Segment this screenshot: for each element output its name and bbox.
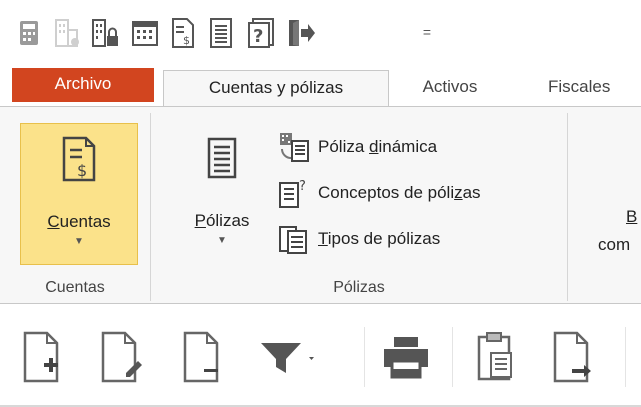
tab-activos[interactable]: Activos bbox=[398, 70, 502, 106]
exit-icon[interactable] bbox=[286, 16, 316, 50]
action-toolbar bbox=[0, 305, 641, 407]
conceptos-de-polizas-label: Conceptos de pólizas bbox=[318, 183, 481, 202]
new-document-icon[interactable] bbox=[16, 327, 68, 387]
group-divider bbox=[567, 113, 568, 301]
poliza-dinamica-button[interactable]: Póliza dinámica bbox=[276, 129, 437, 165]
cuentas-button-label-rest: uentas bbox=[59, 212, 111, 231]
document-dollar-icon[interactable]: $ bbox=[168, 16, 198, 50]
remove-document-icon[interactable] bbox=[176, 327, 228, 387]
tipos-de-polizas-button[interactable]: Tipos de pólizas bbox=[276, 221, 440, 257]
conceptos-de-polizas-button[interactable]: ? Conceptos de pólizas bbox=[276, 175, 481, 211]
polizas-button[interactable]: Pólizas ▼ bbox=[181, 123, 263, 265]
tipos-de-polizas-label: Tipos de pólizas bbox=[318, 229, 441, 248]
ribbon: $ Cuentas ▼ Cuentas Pólizas ▼ Pólizas Pó… bbox=[0, 106, 641, 304]
export-document-icon[interactable] bbox=[548, 327, 600, 387]
clipboard-icon[interactable] bbox=[470, 327, 522, 387]
document-dollar-icon: $ bbox=[21, 136, 137, 184]
ribbon-tabs: Archivo Cuentas y pólizas Activos Fiscal… bbox=[0, 64, 641, 108]
toolbar-divider bbox=[625, 327, 626, 387]
polizas-button-label: Pólizas bbox=[194, 211, 250, 230]
cuentas-button[interactable]: $ Cuentas ▼ bbox=[20, 123, 138, 265]
partial-group-line1[interactable]: B bbox=[626, 207, 637, 227]
tab-cuentas-y-polizas[interactable]: Cuentas y pólizas bbox=[163, 70, 389, 108]
edit-document-icon[interactable] bbox=[96, 327, 148, 387]
partial-group-line2[interactable]: com bbox=[598, 235, 630, 255]
cuentas-group-label: Cuentas bbox=[45, 279, 105, 296]
quick-access-toolbar: $ ? = bbox=[0, 0, 641, 64]
polizas-group-label: Pólizas bbox=[333, 279, 385, 296]
poliza-dinamica-label: Póliza dinámica bbox=[318, 137, 438, 156]
building-lock-icon[interactable] bbox=[90, 16, 120, 50]
chevron-down-icon: ▼ bbox=[74, 236, 84, 247]
print-icon[interactable] bbox=[380, 327, 432, 387]
toolbar-divider bbox=[364, 327, 365, 387]
cuentas-group: $ Cuentas ▼ Cuentas bbox=[0, 107, 150, 303]
calendar-icon[interactable] bbox=[130, 16, 160, 50]
svg-text:?: ? bbox=[299, 179, 306, 194]
document-types-icon bbox=[276, 222, 312, 256]
chevron-down-icon: ▼ bbox=[217, 235, 227, 246]
svg-text:$: $ bbox=[183, 34, 190, 47]
tab-archivo[interactable]: Archivo bbox=[12, 68, 154, 102]
building-disabled-icon bbox=[52, 16, 82, 50]
svg-text:$: $ bbox=[77, 161, 87, 180]
document-list-icon[interactable] bbox=[206, 16, 236, 50]
dynamic-document-icon bbox=[276, 130, 312, 164]
filter-icon[interactable] bbox=[256, 327, 328, 387]
document-list-icon bbox=[181, 135, 263, 183]
calculator-icon[interactable] bbox=[14, 16, 44, 50]
toolbar-divider bbox=[452, 327, 453, 387]
document-question-icon: ? bbox=[276, 176, 312, 210]
customize-toolbar-dropdown[interactable]: = bbox=[418, 24, 436, 44]
help-document-icon[interactable]: ? bbox=[246, 16, 276, 50]
svg-text:?: ? bbox=[253, 26, 263, 47]
tab-fiscales[interactable]: Fiscales bbox=[548, 70, 641, 106]
cuentas-button-label: Cuentas bbox=[47, 212, 111, 231]
